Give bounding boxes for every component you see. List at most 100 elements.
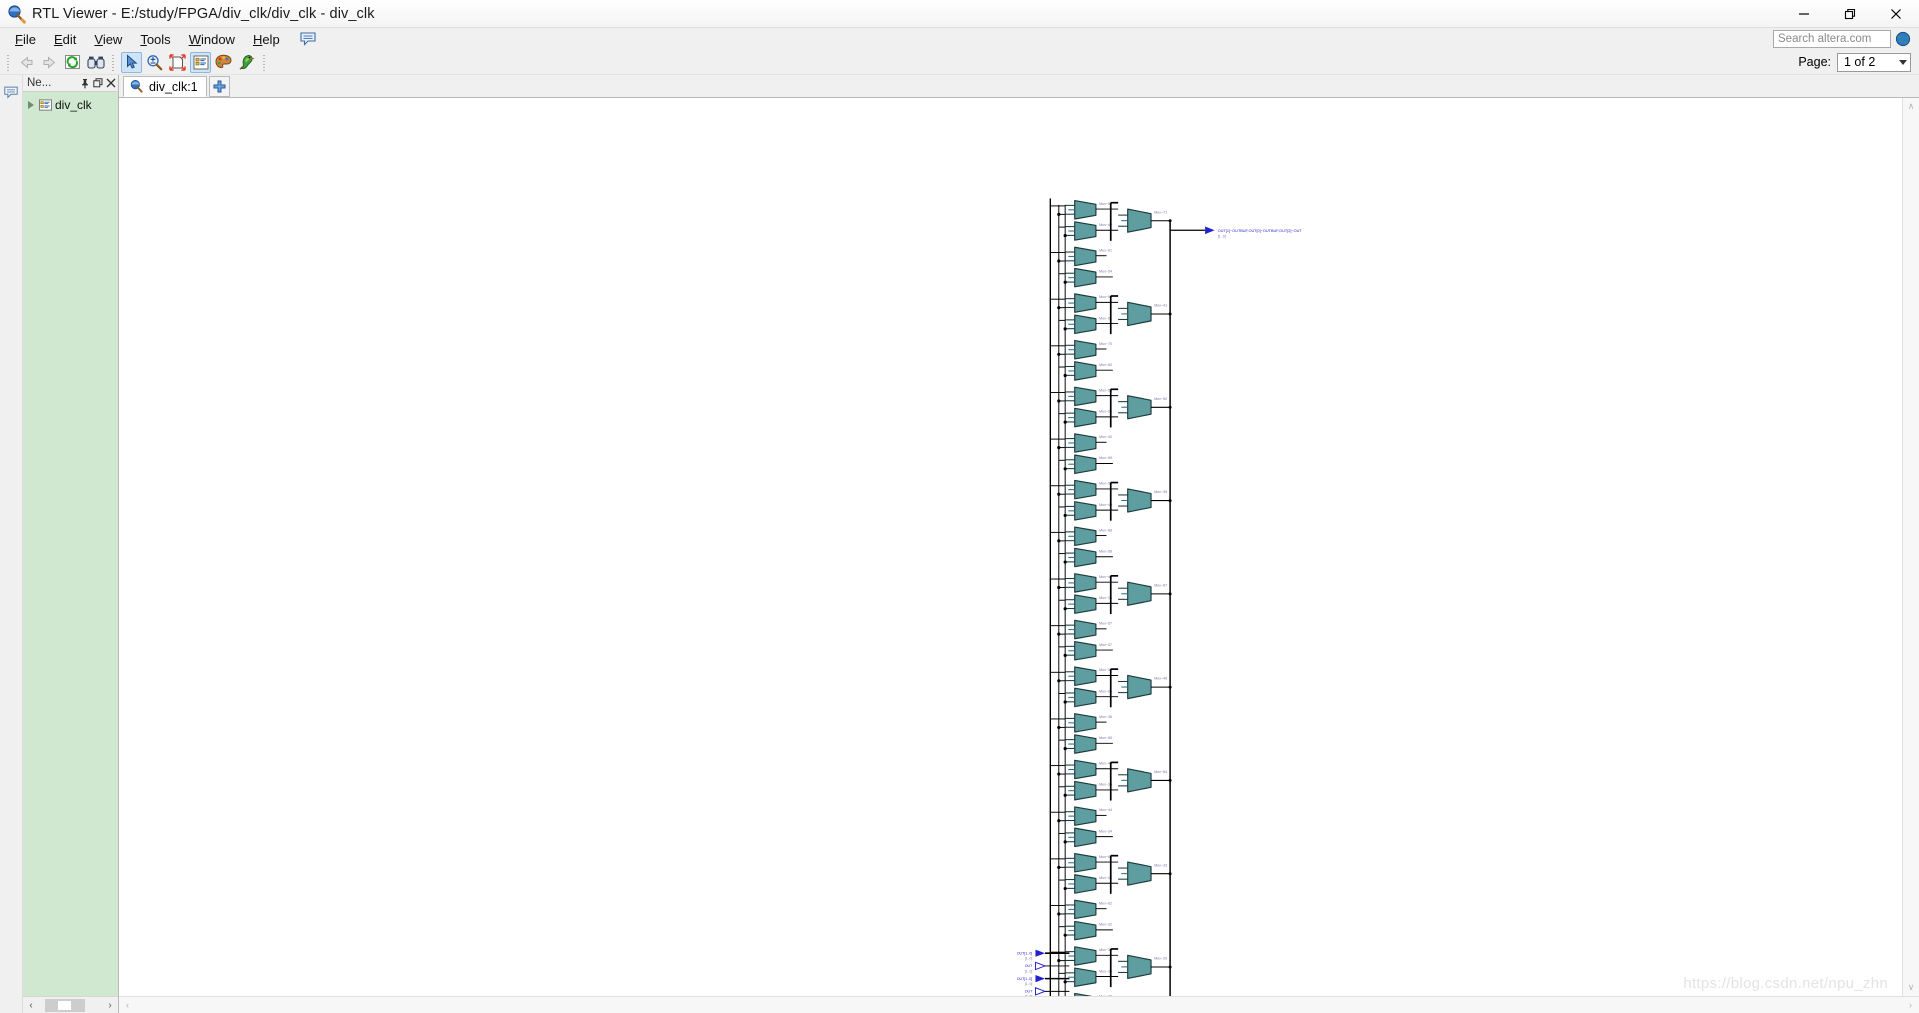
svg-text:Mux~33: Mux~33 (1154, 863, 1167, 867)
menu-help[interactable]: Help (244, 30, 289, 49)
main-toolbar: Page: 1 of 2 (0, 50, 1919, 75)
maximize-restore-button[interactable] (1827, 0, 1873, 28)
navigator-header: Ne... (23, 75, 118, 92)
navigation-tool-group (15, 52, 107, 73)
navigator-close-button[interactable] (105, 77, 116, 89)
search-area (1773, 30, 1919, 48)
toolbar-grip-2[interactable] (110, 52, 117, 72)
svg-text:OUT[1..0]: OUT[1..0] (1017, 977, 1033, 981)
canvas-hscroll-track[interactable] (136, 997, 1902, 1013)
menu-file-label-rest: ile (22, 31, 36, 47)
svg-text:Mux~47: Mux~47 (1099, 643, 1112, 647)
svg-text:Mux~40: Mux~40 (1099, 435, 1112, 439)
main-body: Ne... div_clk ‹ › div_clk:1 Mux~52 Mux~4… (0, 75, 1919, 1013)
svg-text:Mux~46: Mux~46 (1154, 677, 1167, 681)
chevron-right-icon[interactable] (27, 100, 36, 110)
navigator-scroll-track[interactable] (39, 997, 102, 1013)
color-palette-tool[interactable] (213, 52, 234, 73)
navigator-title: Ne... (27, 77, 52, 89)
parrot-tool[interactable] (236, 52, 257, 73)
view-tool-group (120, 51, 258, 73)
document-tab-bar: div_clk:1 (119, 75, 1919, 98)
svg-text:Mux~67: Mux~67 (1154, 583, 1167, 587)
page-label: Page: (1798, 55, 1831, 69)
globe-icon[interactable] (1895, 31, 1911, 47)
svg-text:Mux~34: Mux~34 (1099, 829, 1112, 833)
menu-window-label-rest: indow (200, 31, 235, 47)
scroll-left-arrow[interactable]: ‹ (23, 997, 39, 1013)
close-button[interactable] (1873, 0, 1919, 28)
svg-text:Mux~39: Mux~39 (1154, 490, 1167, 494)
menu-tools[interactable]: Tools (131, 30, 179, 49)
menu-help-label-rest: elp (262, 31, 280, 47)
schematic-canvas[interactable]: Mux~52 Mux~42 Mux~71 Mux~61 Mux~54 Mux~56 Mux~… (119, 98, 1902, 996)
svg-text:Mux~44: Mux~44 (1099, 808, 1112, 812)
svg-text:Mux~32: Mux~32 (1099, 923, 1112, 927)
refresh-button[interactable] (62, 52, 83, 73)
canvas-vscrollbar[interactable]: ∧ ∨ (1902, 98, 1919, 996)
tab-div-clk-1[interactable]: div_clk:1 (123, 76, 207, 97)
speech-balloon-icon[interactable] (299, 31, 317, 47)
tab-label: div_clk:1 (149, 79, 198, 94)
chevron-down-icon (1899, 59, 1907, 65)
back-button[interactable] (16, 52, 37, 73)
tree-item-label: div_clk (55, 98, 92, 112)
select-tool[interactable] (121, 51, 142, 73)
zoom-tool[interactable] (144, 52, 165, 73)
navigator-restore-button[interactable] (92, 77, 103, 89)
navigator-pin-button[interactable] (79, 77, 90, 89)
toolbar-grip-3[interactable] (261, 52, 268, 72)
svg-text:OUT: OUT (1025, 964, 1033, 968)
schematic-area: div_clk:1 Mux~52 Mux~42 Mux~71 Mux~61 Mux~54… (119, 75, 1919, 1013)
netlist-navigator-panel: Ne... div_clk ‹ › (23, 75, 119, 1013)
tree-item-div-clk[interactable]: div_clk (23, 96, 118, 114)
svg-text:Mux~62: Mux~62 (1099, 901, 1112, 905)
find-button[interactable] (85, 52, 106, 73)
canvas-scroll-left-arrow[interactable]: ‹ (119, 997, 136, 1013)
svg-text:OUT[1]~OUTBUF,OUT[0]~OUTBUF,OU: OUT[1]~OUTBUF,OUT[0]~OUTBUF,OUT[2]~OUT (1218, 229, 1303, 233)
forward-button[interactable] (39, 52, 60, 73)
svg-text:[1..0]: [1..0] (1218, 235, 1226, 239)
canvas-scroll-right-arrow[interactable]: › (1902, 997, 1919, 1013)
navigator-hscrollbar[interactable]: ‹ › (23, 996, 118, 1013)
minimize-button[interactable] (1781, 0, 1827, 28)
page-select-value: 1 of 2 (1844, 55, 1876, 69)
svg-text:Mux~64: Mux~64 (1154, 770, 1167, 774)
svg-text:Mux~29: Mux~29 (1154, 957, 1167, 961)
svg-text:Mux~70: Mux~70 (1099, 342, 1112, 346)
menu-view[interactable]: View (85, 30, 131, 49)
window-controls (1781, 0, 1919, 28)
svg-text:Mux~36: Mux~36 (1099, 715, 1112, 719)
svg-text:Mux~68: Mux~68 (1099, 528, 1112, 532)
menu-window[interactable]: Window (180, 30, 244, 49)
scroll-up-arrow[interactable]: ∧ (1903, 98, 1919, 115)
add-tab-button[interactable] (208, 76, 230, 97)
canvas-hscrollbar[interactable]: ‹ › (119, 996, 1919, 1013)
svg-text:Mux~54: Mux~54 (1099, 270, 1112, 274)
menu-edit-label-rest: dit (62, 31, 77, 47)
svg-text:Mux~61: Mux~61 (1099, 248, 1112, 252)
toolbar-grip-1[interactable] (5, 52, 12, 72)
page-select[interactable]: 1 of 2 (1837, 52, 1911, 72)
schematic-svg: Mux~52Mux~42Mux~71Mux~61Mux~54Mux~56Mux~… (1017, 198, 1303, 996)
svg-text:Mux~71: Mux~71 (1154, 210, 1167, 214)
svg-text:OUT: OUT (1025, 990, 1033, 994)
canvas-wrapper: Mux~52 Mux~42 Mux~71 Mux~61 Mux~54 Mux~56 Mux~… (119, 98, 1919, 996)
menu-view-label-rest: iew (102, 31, 123, 47)
svg-text:[1..0]: [1..0] (1025, 995, 1033, 996)
scroll-down-arrow[interactable]: ∨ (1903, 979, 1919, 996)
window-title: RTL Viewer - E:/study/FPGA/div_clk/div_c… (32, 5, 375, 22)
left-icon-strip (0, 75, 23, 1013)
navigator-scroll-thumb[interactable] (45, 998, 85, 1012)
canvas-vscroll-track[interactable] (1902, 115, 1919, 979)
menu-file[interactable]: File (6, 30, 45, 49)
search-input[interactable] (1773, 30, 1891, 48)
svg-text:Mux~57: Mux~57 (1099, 622, 1112, 626)
svg-text:Mux~60: Mux~60 (1099, 363, 1112, 367)
fit-page-tool[interactable] (167, 52, 188, 73)
hierarchy-list-tool[interactable] (190, 51, 211, 73)
scroll-right-arrow[interactable]: › (102, 997, 118, 1013)
rtl-viewer-icon (6, 4, 26, 24)
messages-balloon-icon[interactable] (3, 85, 19, 103)
menu-edit[interactable]: Edit (45, 30, 85, 49)
